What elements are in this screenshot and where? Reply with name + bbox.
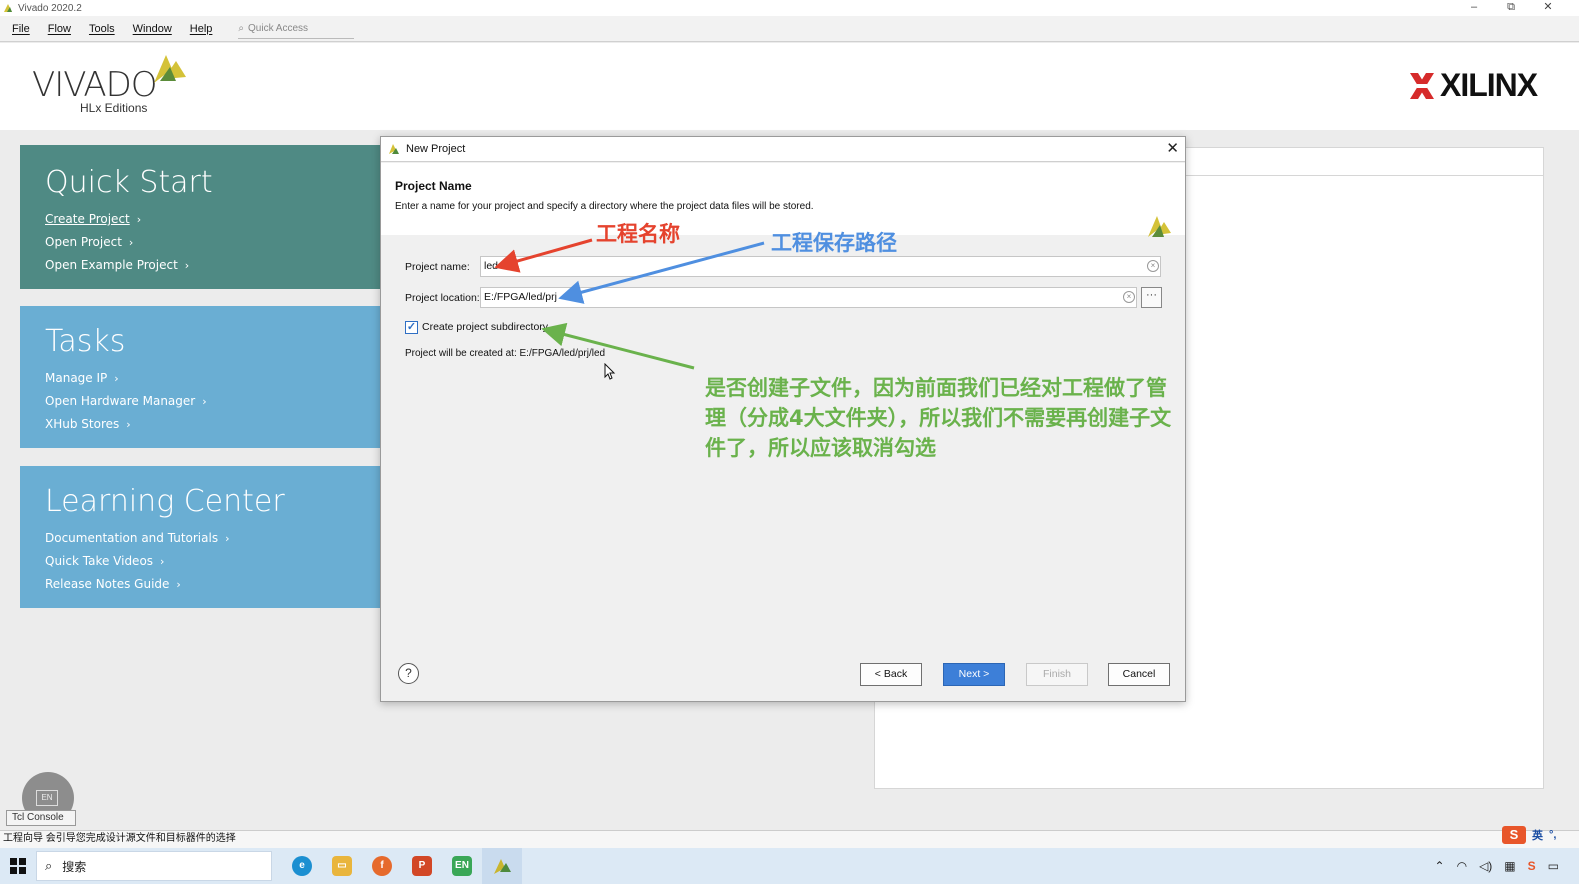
quick-start-panel: Quick Start Create Project › Open Project…: [20, 145, 382, 289]
en-app-icon[interactable]: EN: [442, 848, 482, 884]
vivado-app-icon: [4, 4, 12, 12]
keyboard-icon: EN: [36, 790, 58, 806]
tasks-title: Tasks: [45, 324, 126, 359]
chevron-right-icon: ›: [160, 555, 165, 568]
vivado-taskbar-icon[interactable]: [482, 848, 522, 884]
chevron-right-icon: ›: [114, 372, 119, 385]
vivado-app-icon: [389, 144, 399, 154]
app-header: VIVADO HLx Editions XILINX: [0, 43, 1579, 130]
taskbar: ⌕ 搜索 e ▭ f P EN ⌃ ◠ ◁) ▦ S ▭: [0, 848, 1579, 884]
dialog-header: Project Name Enter a name for your proje…: [381, 163, 1185, 237]
manage-ip-link[interactable]: Manage IP ›: [45, 367, 382, 390]
edge-icon[interactable]: e: [282, 848, 322, 884]
close-window-button[interactable]: ✕: [1528, 0, 1568, 16]
powerpoint-icon[interactable]: P: [402, 848, 442, 884]
menu-window[interactable]: Window: [133, 23, 172, 35]
vivado-leaf-icon: [1148, 216, 1171, 237]
taskbar-search[interactable]: ⌕ 搜索: [36, 851, 272, 881]
project-path-preview: Project will be created at: E:/FPGA/led/…: [405, 348, 606, 359]
next-button[interactable]: Next >: [943, 663, 1005, 686]
taskbar-search-label: 搜索: [62, 859, 87, 874]
start-button[interactable]: [0, 848, 36, 884]
search-icon: ⌕: [45, 858, 53, 873]
open-example-project-link[interactable]: Open Example Project ›: [45, 254, 382, 277]
chevron-right-icon: ›: [225, 532, 230, 545]
help-button[interactable]: ?: [398, 663, 419, 684]
tasks-panel: Tasks Manage IP › Open Hardware Manager › …: [20, 306, 382, 448]
vivado-logo: VIVADO: [32, 65, 158, 105]
window-title: Vivado 2020.2: [18, 2, 82, 14]
tcl-console-tab[interactable]: Tcl Console: [6, 810, 76, 826]
menu-tools[interactable]: Tools: [89, 23, 115, 35]
learning-center-panel: Learning Center Documentation and Tutori…: [20, 466, 382, 608]
cancel-button[interactable]: Cancel: [1108, 663, 1170, 686]
clear-icon[interactable]: ×: [1123, 291, 1135, 303]
minimize-button[interactable]: –: [1454, 0, 1494, 16]
explorer-icon[interactable]: ▭: [322, 848, 362, 884]
close-icon[interactable]: ✕: [1166, 141, 1179, 157]
section-description: Enter a name for your project and specif…: [395, 201, 814, 212]
chevron-right-icon: ›: [202, 395, 207, 408]
xilinx-text: XILINX: [1440, 67, 1538, 103]
chevron-right-icon: ›: [136, 213, 142, 226]
quick-access-placeholder: Quick Access: [248, 22, 309, 34]
dialog-title: New Project: [406, 143, 466, 155]
annotation-project-name: 工程名称: [596, 222, 680, 246]
quick-take-videos-link[interactable]: Quick Take Videos ›: [45, 550, 382, 573]
xilinx-x-icon: [1410, 72, 1434, 99]
project-location-label: Project location:: [405, 292, 480, 304]
vivado-edition: HLx Editions: [80, 101, 148, 115]
project-location-input[interactable]: E:/FPGA/led/prj: [480, 287, 1137, 308]
open-hardware-manager-link[interactable]: Open Hardware Manager ›: [45, 390, 382, 413]
menu-flow[interactable]: Flow: [48, 23, 71, 35]
chevron-right-icon: ›: [184, 259, 190, 272]
wifi-icon[interactable]: ◠: [1457, 859, 1467, 873]
notifications-icon[interactable]: ▭: [1548, 859, 1559, 873]
ime-punct: °,: [1549, 829, 1557, 841]
release-notes-link[interactable]: Release Notes Guide ›: [45, 573, 382, 596]
vivado-leaf-icon: [154, 55, 186, 83]
keyboard-icon[interactable]: ▦: [1504, 859, 1515, 873]
project-name-input[interactable]: led: [480, 256, 1161, 277]
menu-help[interactable]: Help: [190, 23, 213, 35]
title-bar: Vivado 2020.2 – ⧉ ✕: [0, 0, 1579, 16]
ime-indicator[interactable]: S 英 °,: [1502, 826, 1556, 844]
annotation-project-path: 工程保存路径: [771, 231, 897, 255]
learning-center-title: Learning Center: [45, 484, 285, 519]
system-tray: ⌃ ◠ ◁) ▦ S ▭: [1435, 848, 1559, 884]
chevron-right-icon: ›: [126, 418, 131, 431]
restore-button[interactable]: ⧉: [1491, 0, 1531, 16]
clear-icon[interactable]: ×: [1147, 260, 1159, 272]
xilinx-logo: XILINX: [1408, 67, 1538, 104]
create-subdirectory-label[interactable]: Create project subdirectory: [422, 321, 548, 333]
chevron-right-icon: ›: [176, 578, 181, 591]
search-icon: ⌕: [238, 22, 245, 34]
ime-language: 英: [1532, 830, 1543, 842]
create-subdirectory-checkbox[interactable]: ✓: [405, 321, 418, 334]
create-project-link[interactable]: Create Project ›: [45, 208, 382, 231]
finish-button[interactable]: Finish: [1026, 663, 1088, 686]
sogou-tray-icon[interactable]: S: [1528, 859, 1536, 873]
annotation-subdirectory: 是否创建子文件，因为前面我们已经对工程做了管理（分成4大文件夹），所以我们不需要…: [705, 376, 1172, 460]
section-title: Project Name: [395, 179, 472, 193]
open-project-link[interactable]: Open Project ›: [45, 231, 382, 254]
quick-access-input[interactable]: ⌕ Quick Access: [238, 19, 355, 39]
menu-bar: File Flow Tools Window Help ⌕ Quick Acce…: [0, 16, 1579, 42]
documentation-link[interactable]: Documentation and Tutorials ›: [45, 527, 382, 550]
back-button[interactable]: < Back: [860, 663, 922, 686]
firefox-icon[interactable]: f: [362, 848, 402, 884]
sogou-icon: S: [1502, 826, 1526, 844]
volume-icon[interactable]: ◁): [1479, 859, 1492, 873]
menu-file[interactable]: File: [12, 23, 30, 35]
chevron-up-icon[interactable]: ⌃: [1435, 859, 1445, 873]
mouse-cursor-icon: [604, 363, 616, 380]
windows-icon: [10, 858, 26, 874]
status-bar: 工程向导 会引导您完成设计源文件和目标器件的选择: [0, 830, 1579, 848]
project-name-label: Project name:: [405, 261, 470, 273]
xhub-stores-link[interactable]: XHub Stores ›: [45, 413, 382, 436]
browse-button[interactable]: ···: [1141, 287, 1162, 308]
dialog-title-bar: New Project ✕: [381, 137, 1185, 162]
chevron-right-icon: ›: [128, 236, 134, 249]
quick-start-title: Quick Start: [45, 165, 213, 200]
